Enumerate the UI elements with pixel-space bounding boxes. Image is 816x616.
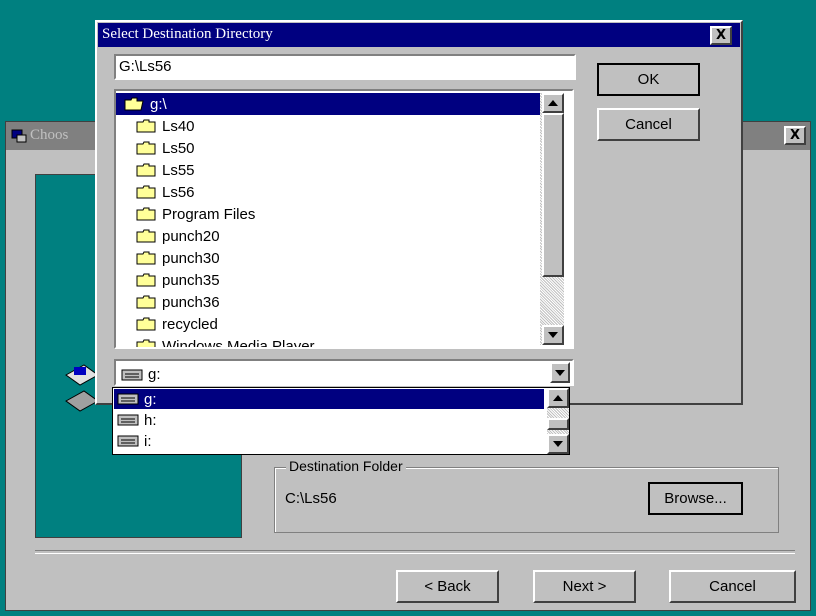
dialog-title: Select Destination Directory xyxy=(102,26,273,42)
drive-icon xyxy=(117,435,139,447)
list-item[interactable]: punch20 xyxy=(116,225,220,247)
folder-icon xyxy=(136,339,156,347)
list-item[interactable]: Windows Media Player xyxy=(116,335,315,349)
destination-folder-group: Destination Folder C:\Ls56 Browse... xyxy=(274,458,779,533)
drive-scroll-down-button[interactable] xyxy=(547,434,569,454)
dialog-titlebar: Select Destination Directory xyxy=(98,23,740,47)
folder-icon xyxy=(136,317,156,331)
next-button[interactable]: Next > xyxy=(533,570,636,603)
destination-path: C:\Ls56 xyxy=(285,490,337,507)
drive-scroll-thumb[interactable] xyxy=(547,418,569,430)
folder-label: punch20 xyxy=(162,227,220,245)
folder-icon xyxy=(136,229,156,243)
close-icon: X xyxy=(715,28,727,43)
chevron-down-icon xyxy=(555,369,565,376)
drive-scroll-up-button[interactable] xyxy=(547,388,569,408)
folder-label: recycled xyxy=(162,315,218,333)
drive-option-label: i: xyxy=(144,432,152,450)
folder-label: Ls55 xyxy=(162,161,195,179)
close-icon: X xyxy=(789,128,801,143)
folder-icon xyxy=(136,163,156,177)
list-item[interactable]: Ls50 xyxy=(116,137,195,159)
folder-icon xyxy=(136,251,156,265)
scroll-down-button[interactable] xyxy=(542,325,564,345)
list-item[interactable]: punch35 xyxy=(116,269,220,291)
drive-select-value: g: xyxy=(148,366,161,383)
drive-option[interactable]: g: xyxy=(114,389,544,409)
drive-icon xyxy=(117,393,139,405)
path-input[interactable]: G:\Ls56 xyxy=(114,54,576,80)
scroll-up-button[interactable] xyxy=(542,93,564,113)
drive-icon xyxy=(121,369,143,380)
folder-label: Ls40 xyxy=(162,117,195,135)
arrow-down-icon xyxy=(548,332,558,338)
folder-label: punch35 xyxy=(162,271,220,289)
drive-dropdown-list[interactable]: g: h: i: xyxy=(112,387,570,455)
folder-label: punch36 xyxy=(162,293,220,311)
dialog-close-button[interactable]: X xyxy=(710,26,732,45)
list-item[interactable]: Ls40 xyxy=(116,115,195,137)
folder-label: Ls50 xyxy=(162,139,195,157)
drive-dropdown-button[interactable] xyxy=(550,362,570,383)
arrow-down-icon xyxy=(553,441,563,447)
arrow-up-icon xyxy=(553,395,563,401)
list-item[interactable]: recycled xyxy=(116,313,218,335)
folder-label: Program Files xyxy=(162,205,256,223)
drive-option[interactable]: h: xyxy=(114,410,544,430)
installer-cancel-button[interactable]: Cancel xyxy=(669,570,796,603)
drive-option-label: g: xyxy=(144,390,157,408)
folder-label: Windows Media Player xyxy=(162,337,315,349)
drive-option-label: h: xyxy=(144,411,157,429)
installer-title: Choos xyxy=(30,127,69,143)
folder-label: Ls56 xyxy=(162,183,195,201)
list-item[interactable]: Ls56 xyxy=(116,181,195,203)
list-item[interactable]: punch36 xyxy=(116,291,220,313)
folder-icon xyxy=(136,273,156,287)
folder-list[interactable]: g:\ Ls40 Ls50 Ls55 Ls56 Program Files punch20… xyxy=(114,89,574,349)
ok-button[interactable]: OK xyxy=(597,63,700,96)
list-item[interactable]: Ls55 xyxy=(116,159,195,181)
separator xyxy=(35,550,795,554)
folder-icon xyxy=(136,185,156,199)
open-folder-icon xyxy=(124,97,144,111)
list-item[interactable]: Program Files xyxy=(116,203,255,225)
folder-icon xyxy=(136,119,156,133)
destination-folder-label: Destination Folder xyxy=(286,458,406,474)
installer-app-icon xyxy=(11,128,27,144)
installer-close-button[interactable]: X xyxy=(784,126,806,145)
folder-icon xyxy=(136,207,156,221)
drive-option[interactable]: i: xyxy=(114,431,544,451)
select-directory-dialog: Select Destination Directory X G:\Ls56 O… xyxy=(95,20,743,405)
list-item-root[interactable]: g:\ xyxy=(116,93,544,115)
drive-icon xyxy=(117,414,139,426)
folder-icon xyxy=(136,295,156,309)
browse-button[interactable]: Browse... xyxy=(648,482,743,515)
folder-list-scrollbar[interactable] xyxy=(540,93,564,345)
list-item[interactable]: punch30 xyxy=(116,247,220,269)
drive-list-scrollbar[interactable] xyxy=(547,388,569,454)
dialog-cancel-button[interactable]: Cancel xyxy=(597,108,700,141)
folder-icon xyxy=(136,141,156,155)
back-button[interactable]: < Back xyxy=(396,570,499,603)
drive-select[interactable]: g: xyxy=(114,359,574,386)
folder-label: punch30 xyxy=(162,249,220,267)
scroll-thumb[interactable] xyxy=(542,113,564,277)
arrow-up-icon xyxy=(548,100,558,106)
